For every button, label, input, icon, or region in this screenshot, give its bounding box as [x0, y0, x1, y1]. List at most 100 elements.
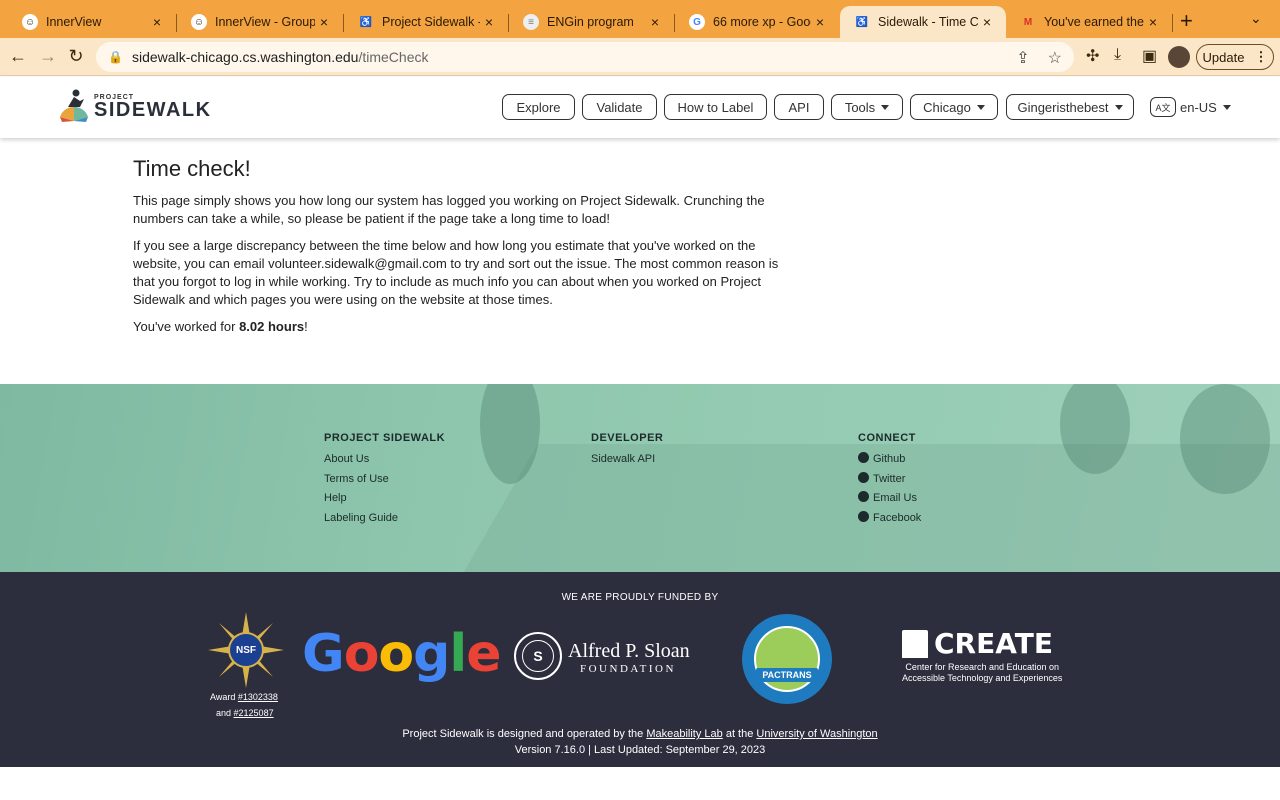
- update-button[interactable]: Update ⋮: [1196, 44, 1274, 70]
- link-label: Github: [873, 453, 906, 465]
- footer-heading: DEVELOPER: [591, 432, 664, 444]
- award-line-2: and #2125087: [216, 708, 274, 718]
- tab-search-chevron-icon[interactable]: ⌄: [1250, 10, 1262, 27]
- close-tab-icon[interactable]: ×: [480, 14, 498, 30]
- pactrans-label: PACTRANS: [756, 668, 818, 682]
- logo-big-text: SIDEWALK: [94, 98, 212, 121]
- bookmark-star-icon[interactable]: ☆: [1048, 48, 1062, 68]
- footer-funders-section: WE ARE PROUDLY FUNDED BY NSF Award #1302…: [0, 572, 1280, 767]
- close-tab-icon[interactable]: ×: [1144, 14, 1162, 30]
- nav-label: Tools: [844, 99, 876, 115]
- footer-link-about[interactable]: About Us: [324, 450, 445, 470]
- award-link-1[interactable]: #1302338: [238, 692, 278, 702]
- gmail-favicon-icon: M: [1023, 16, 1033, 28]
- language-label: en-US: [1180, 99, 1217, 115]
- nsf-seal: NSF: [228, 632, 264, 668]
- footer-col-developer: DEVELOPER Sidewalk API: [591, 432, 663, 470]
- caret-down-icon: [1222, 104, 1231, 110]
- close-tab-icon[interactable]: ×: [646, 14, 664, 30]
- browser-tab-3[interactable]: ♿ Project Sidewalk - Ac ×: [344, 6, 508, 38]
- tab-title: Sidewalk - Time Chec: [878, 15, 978, 29]
- nav-user-dropdown[interactable]: Gingeristhebest: [1006, 94, 1134, 120]
- footer-link-api[interactable]: Sidewalk API: [591, 450, 663, 470]
- profile-avatar[interactable]: [1168, 46, 1190, 68]
- address-bar[interactable]: 🔒 sidewalk-chicago.cs.washington.edu/tim…: [96, 42, 1074, 72]
- award-and: and: [216, 708, 234, 718]
- footer-link-github[interactable]: Github: [858, 450, 921, 470]
- caret-down-icon: [1114, 104, 1123, 110]
- discrepancy-paragraph: If you see a large discrepancy between t…: [133, 238, 779, 307]
- worked-time-line: You've worked for 8.02 hours!: [133, 318, 793, 336]
- footer-link-labeling-guide[interactable]: Labeling Guide: [324, 509, 445, 529]
- link-label: Email Us: [873, 492, 918, 504]
- create-subtitle-1: Center for Research and Education on: [905, 662, 1060, 672]
- pactrans-logo: PACTRANS: [742, 614, 832, 704]
- tab-title: Project Sidewalk - Ac: [382, 15, 480, 29]
- footer-link-facebook[interactable]: Facebook: [858, 509, 921, 529]
- create-word: CREATE: [934, 627, 1053, 660]
- nav-validate-button[interactable]: Validate: [582, 94, 657, 120]
- back-arrow-icon[interactable]: ←: [8, 46, 28, 67]
- tab-divider: [1172, 14, 1173, 32]
- worked-suffix: !: [304, 319, 308, 334]
- nav-explore-button[interactable]: Explore: [502, 94, 575, 120]
- browser-tab-1[interactable]: ☺ InnerView ×: [8, 6, 176, 38]
- close-tab-icon[interactable]: ×: [978, 14, 996, 30]
- worked-prefix: You've worked for: [133, 319, 240, 334]
- main-content: Time check! This page simply shows you h…: [133, 152, 793, 345]
- nav-how-to-label-button[interactable]: How to Label: [664, 94, 767, 120]
- sidewalk-logo-icon: [60, 89, 88, 122]
- link-label: Twitter: [873, 472, 906, 485]
- version-line: Version 7.16.0 | Last Updated: September…: [514, 744, 766, 756]
- innerview-favicon-icon: ☺: [191, 14, 207, 30]
- browser-tab-7[interactable]: M You've earned the Mo ×: [1006, 6, 1172, 38]
- browser-tab-5[interactable]: G 66 more xp - Google ×: [675, 6, 839, 38]
- reload-icon[interactable]: ↻: [66, 46, 86, 67]
- create-subtitle-2: Accessible Technology and Experiences: [902, 673, 1063, 683]
- kebab-menu-icon: ⋮: [1254, 49, 1268, 64]
- footer-link-help[interactable]: Help: [324, 489, 445, 509]
- tab-title: 66 more xp - Google: [713, 15, 811, 29]
- sloan-logo-text: Alfred P. Sloan FOUNDATION: [568, 640, 690, 675]
- browser-toolbar: ← → ↻ 🔒 sidewalk-chicago.cs.washington.e…: [0, 38, 1280, 76]
- close-tab-icon[interactable]: ×: [811, 14, 829, 30]
- footer-heading: PROJECT SIDEWALK: [324, 432, 446, 444]
- award-prefix: Award: [210, 692, 238, 702]
- download-icon[interactable]: ⤓: [1114, 46, 1121, 64]
- caret-down-icon: [881, 104, 890, 110]
- intro-paragraph: This page simply shows you how long our …: [133, 193, 765, 226]
- credit-mid: at the: [722, 728, 757, 740]
- footer-link-twitter[interactable]: Twitter: [858, 470, 921, 490]
- footer-col-connect: CONNECT Github Twitter Email Us Facebook: [858, 432, 921, 528]
- award-link-2[interactable]: #2125087: [234, 708, 274, 718]
- browser-tab-active[interactable]: ♿ Sidewalk - Time Chec ×: [840, 6, 1006, 38]
- close-tab-icon[interactable]: ×: [315, 14, 333, 30]
- nav-city-dropdown[interactable]: Chicago: [910, 94, 998, 120]
- makeability-lab-link[interactable]: Makeability Lab: [646, 728, 722, 740]
- tab-title: InnerView - Group Pr: [215, 15, 315, 29]
- nav-label: API: [788, 99, 810, 115]
- share-icon[interactable]: ⇪: [1016, 48, 1029, 68]
- credit-prefix: Project Sidewalk is designed and operate…: [402, 728, 647, 740]
- uw-link[interactable]: University of Washington: [756, 728, 877, 740]
- browser-tab-4[interactable]: ≡ ENGin program ×: [509, 6, 674, 38]
- new-tab-button[interactable]: +: [1180, 8, 1193, 34]
- nav-api-button[interactable]: API: [774, 94, 824, 120]
- project-sidewalk-logo[interactable]: PROJECT SIDEWALK: [58, 89, 212, 123]
- close-tab-icon[interactable]: ×: [148, 14, 166, 30]
- browser-tab-2[interactable]: ☺ InnerView - Group Pr ×: [177, 6, 343, 38]
- footer-link-email[interactable]: Email Us: [858, 489, 921, 509]
- footer-link-terms[interactable]: Terms of Use: [324, 470, 445, 490]
- credit-text: Project Sidewalk is designed and operate…: [0, 726, 1280, 758]
- nav-tools-dropdown[interactable]: Tools: [831, 94, 903, 120]
- side-panel-icon[interactable]: ▣: [1142, 46, 1157, 66]
- footer-col-project: PROJECT SIDEWALK About Us Terms of Use H…: [324, 432, 445, 528]
- sidewalk-favicon-icon: ♿: [855, 16, 869, 28]
- url-host: sidewalk-chicago.cs.washington.edu: [132, 49, 359, 65]
- facebook-icon: [858, 510, 869, 522]
- tab-title: InnerView: [46, 15, 102, 29]
- language-selector[interactable]: A文 en-US: [1150, 97, 1231, 117]
- forward-arrow-icon[interactable]: →: [38, 46, 58, 67]
- extensions-puzzle-icon[interactable]: ✣: [1086, 46, 1099, 66]
- create-figure-icon: [902, 629, 928, 658]
